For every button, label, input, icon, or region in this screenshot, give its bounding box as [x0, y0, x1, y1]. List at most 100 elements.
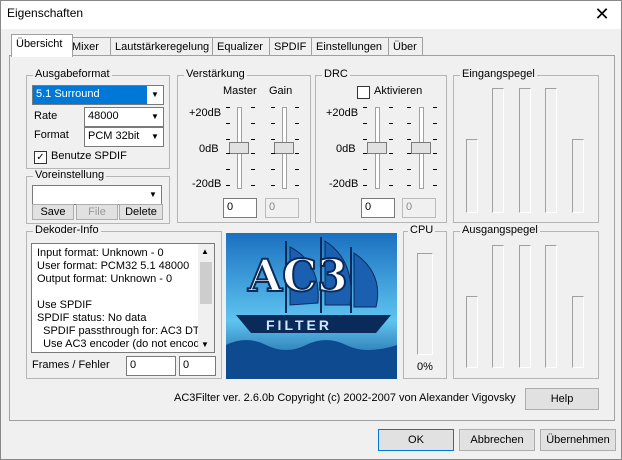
slider-tick	[363, 169, 367, 170]
slider-tick	[295, 107, 299, 108]
decoder-line: SPDIF passthrough for: AC3 DTS	[37, 325, 207, 337]
slider-tick	[433, 185, 437, 186]
decoder-line: Input format: Unknown - 0	[37, 247, 164, 259]
tab-mixer[interactable]: Mixer	[67, 37, 112, 56]
ausgabeformat-label: Ausgabeformat	[33, 68, 112, 80]
errors-value: 0	[183, 359, 190, 371]
slider-tick	[407, 123, 411, 124]
frames-value: 0	[130, 359, 137, 371]
drc-slider1-thumb[interactable]	[367, 142, 387, 154]
frames-input: 0	[126, 356, 176, 376]
dekoder-label: Dekoder-Info	[33, 224, 101, 236]
drc-activate-label: Aktivieren	[374, 85, 423, 97]
slider-tick	[295, 169, 299, 170]
verstaerkung-label: Verstärkung	[184, 68, 247, 80]
chevron-down-icon[interactable]: ▼	[147, 108, 163, 126]
slider-tick	[407, 139, 411, 140]
save-button[interactable]: Save	[32, 204, 74, 220]
tab-einstellungen[interactable]: Einstellungen	[311, 37, 391, 56]
slider-tick	[389, 123, 393, 124]
voreinstellung-label: Voreinstellung	[33, 169, 107, 181]
ausgangspegel-label: Ausgangspegel	[460, 224, 540, 236]
db-mid-label: 0dB	[199, 143, 219, 155]
output-level-meter	[519, 245, 531, 368]
drc-db-bot-label: -20dB	[329, 178, 359, 190]
cancel-button[interactable]: Abbrechen	[459, 429, 535, 451]
errors-input: 0	[179, 356, 216, 376]
file-button[interactable]: File	[76, 204, 118, 220]
drc-value1: 0	[365, 201, 372, 213]
drc-value1-input[interactable]: 0	[361, 198, 395, 218]
tab-lautstaerkeregelung[interactable]: Lautstärkeregelung	[110, 37, 213, 56]
tab-uebersicht[interactable]: Übersicht	[11, 34, 73, 57]
sample-format-value: PCM 32bit	[88, 130, 140, 142]
slider-tick	[251, 169, 255, 170]
sample-format-select[interactable]: PCM 32bit ▼	[84, 127, 164, 147]
decoder-line: SPDIF status: No data	[37, 312, 147, 324]
chevron-down-icon[interactable]: ▼	[145, 186, 161, 204]
decoder-info-text[interactable]: Input format: Unknown - 0 User format: P…	[31, 243, 215, 353]
logo-subtext: FILTER	[266, 317, 332, 333]
slider-tick	[363, 123, 367, 124]
tab-equalizer[interactable]: Equalizer	[212, 37, 271, 56]
drc-db-mid-label: 0dB	[336, 143, 356, 155]
decoder-line: Output format: Unknown - 0	[37, 273, 173, 285]
master-value: 0	[227, 201, 234, 213]
slider-tick	[251, 107, 255, 108]
drc-activate-checkbox[interactable]	[357, 86, 370, 99]
slider-tick	[389, 169, 393, 170]
slider-tick	[433, 123, 437, 124]
ac3filter-logo: AC3 FILTER	[226, 233, 397, 379]
master-value-input[interactable]: 0	[223, 198, 257, 218]
logo-text: AC3	[247, 250, 349, 303]
slider-tick	[226, 123, 230, 124]
scrollbar-thumb[interactable]	[200, 262, 212, 304]
master-slider-thumb[interactable]	[229, 142, 249, 154]
slider-tick	[271, 169, 275, 170]
gain-value: 0	[269, 201, 276, 213]
decoder-line: Use SPDIF	[37, 299, 93, 311]
slider-tick	[251, 123, 255, 124]
drc-value2: 0	[406, 201, 413, 213]
slider-tick	[407, 153, 411, 154]
close-icon[interactable]: ✕	[589, 3, 615, 25]
slider-tick	[389, 153, 393, 154]
drc-label: DRC	[322, 68, 350, 80]
gain-slider-thumb[interactable]	[274, 142, 294, 154]
drc-value2-input: 0	[402, 198, 436, 218]
preset-select[interactable]: ▼	[32, 185, 162, 205]
drc-slider2-thumb[interactable]	[411, 142, 431, 154]
slider-tick	[295, 123, 299, 124]
chevron-down-icon[interactable]: ▼	[201, 340, 209, 349]
tab-spdif[interactable]: SPDIF	[269, 37, 313, 56]
apply-button[interactable]: Übernehmen	[540, 429, 616, 451]
copyright-text: AC3Filter ver. 2.6.0b Copyright (c) 2002…	[174, 392, 516, 404]
chevron-down-icon[interactable]: ▼	[147, 86, 163, 104]
chevron-up-icon[interactable]: ▲	[201, 247, 209, 256]
rate-select[interactable]: 48000 ▼	[84, 107, 164, 127]
decoder-scrollbar[interactable]: ▲ ▼	[198, 244, 214, 352]
db-bot-label: -20dB	[192, 178, 222, 190]
decoder-line: User format: PCM32 5.1 48000	[37, 260, 190, 272]
slider-tick	[251, 185, 255, 186]
slider-tick	[389, 139, 393, 140]
slider-tick	[295, 139, 299, 140]
help-button[interactable]: Help	[525, 388, 599, 410]
ok-button[interactable]: OK	[378, 429, 454, 451]
output-level-meter	[572, 296, 584, 368]
slider-tick	[271, 123, 275, 124]
slider-tick	[226, 169, 230, 170]
spdif-checkbox[interactable]: ✓	[34, 151, 47, 164]
output-format-select[interactable]: 5.1 Surround ▼	[32, 85, 164, 105]
output-level-meter	[545, 245, 557, 368]
rate-label: Rate	[34, 110, 58, 122]
gain-label: Gain	[269, 85, 293, 97]
slider-tick	[363, 107, 367, 108]
chevron-down-icon[interactable]: ▼	[147, 128, 163, 146]
slider-tick	[433, 153, 437, 154]
delete-button[interactable]: Delete	[119, 204, 163, 220]
decoder-line: Use AC3 encoder (do not encod	[37, 338, 200, 350]
slider-tick	[407, 185, 411, 186]
slider-tick	[363, 153, 367, 154]
tab-ueber[interactable]: Über	[388, 37, 423, 56]
